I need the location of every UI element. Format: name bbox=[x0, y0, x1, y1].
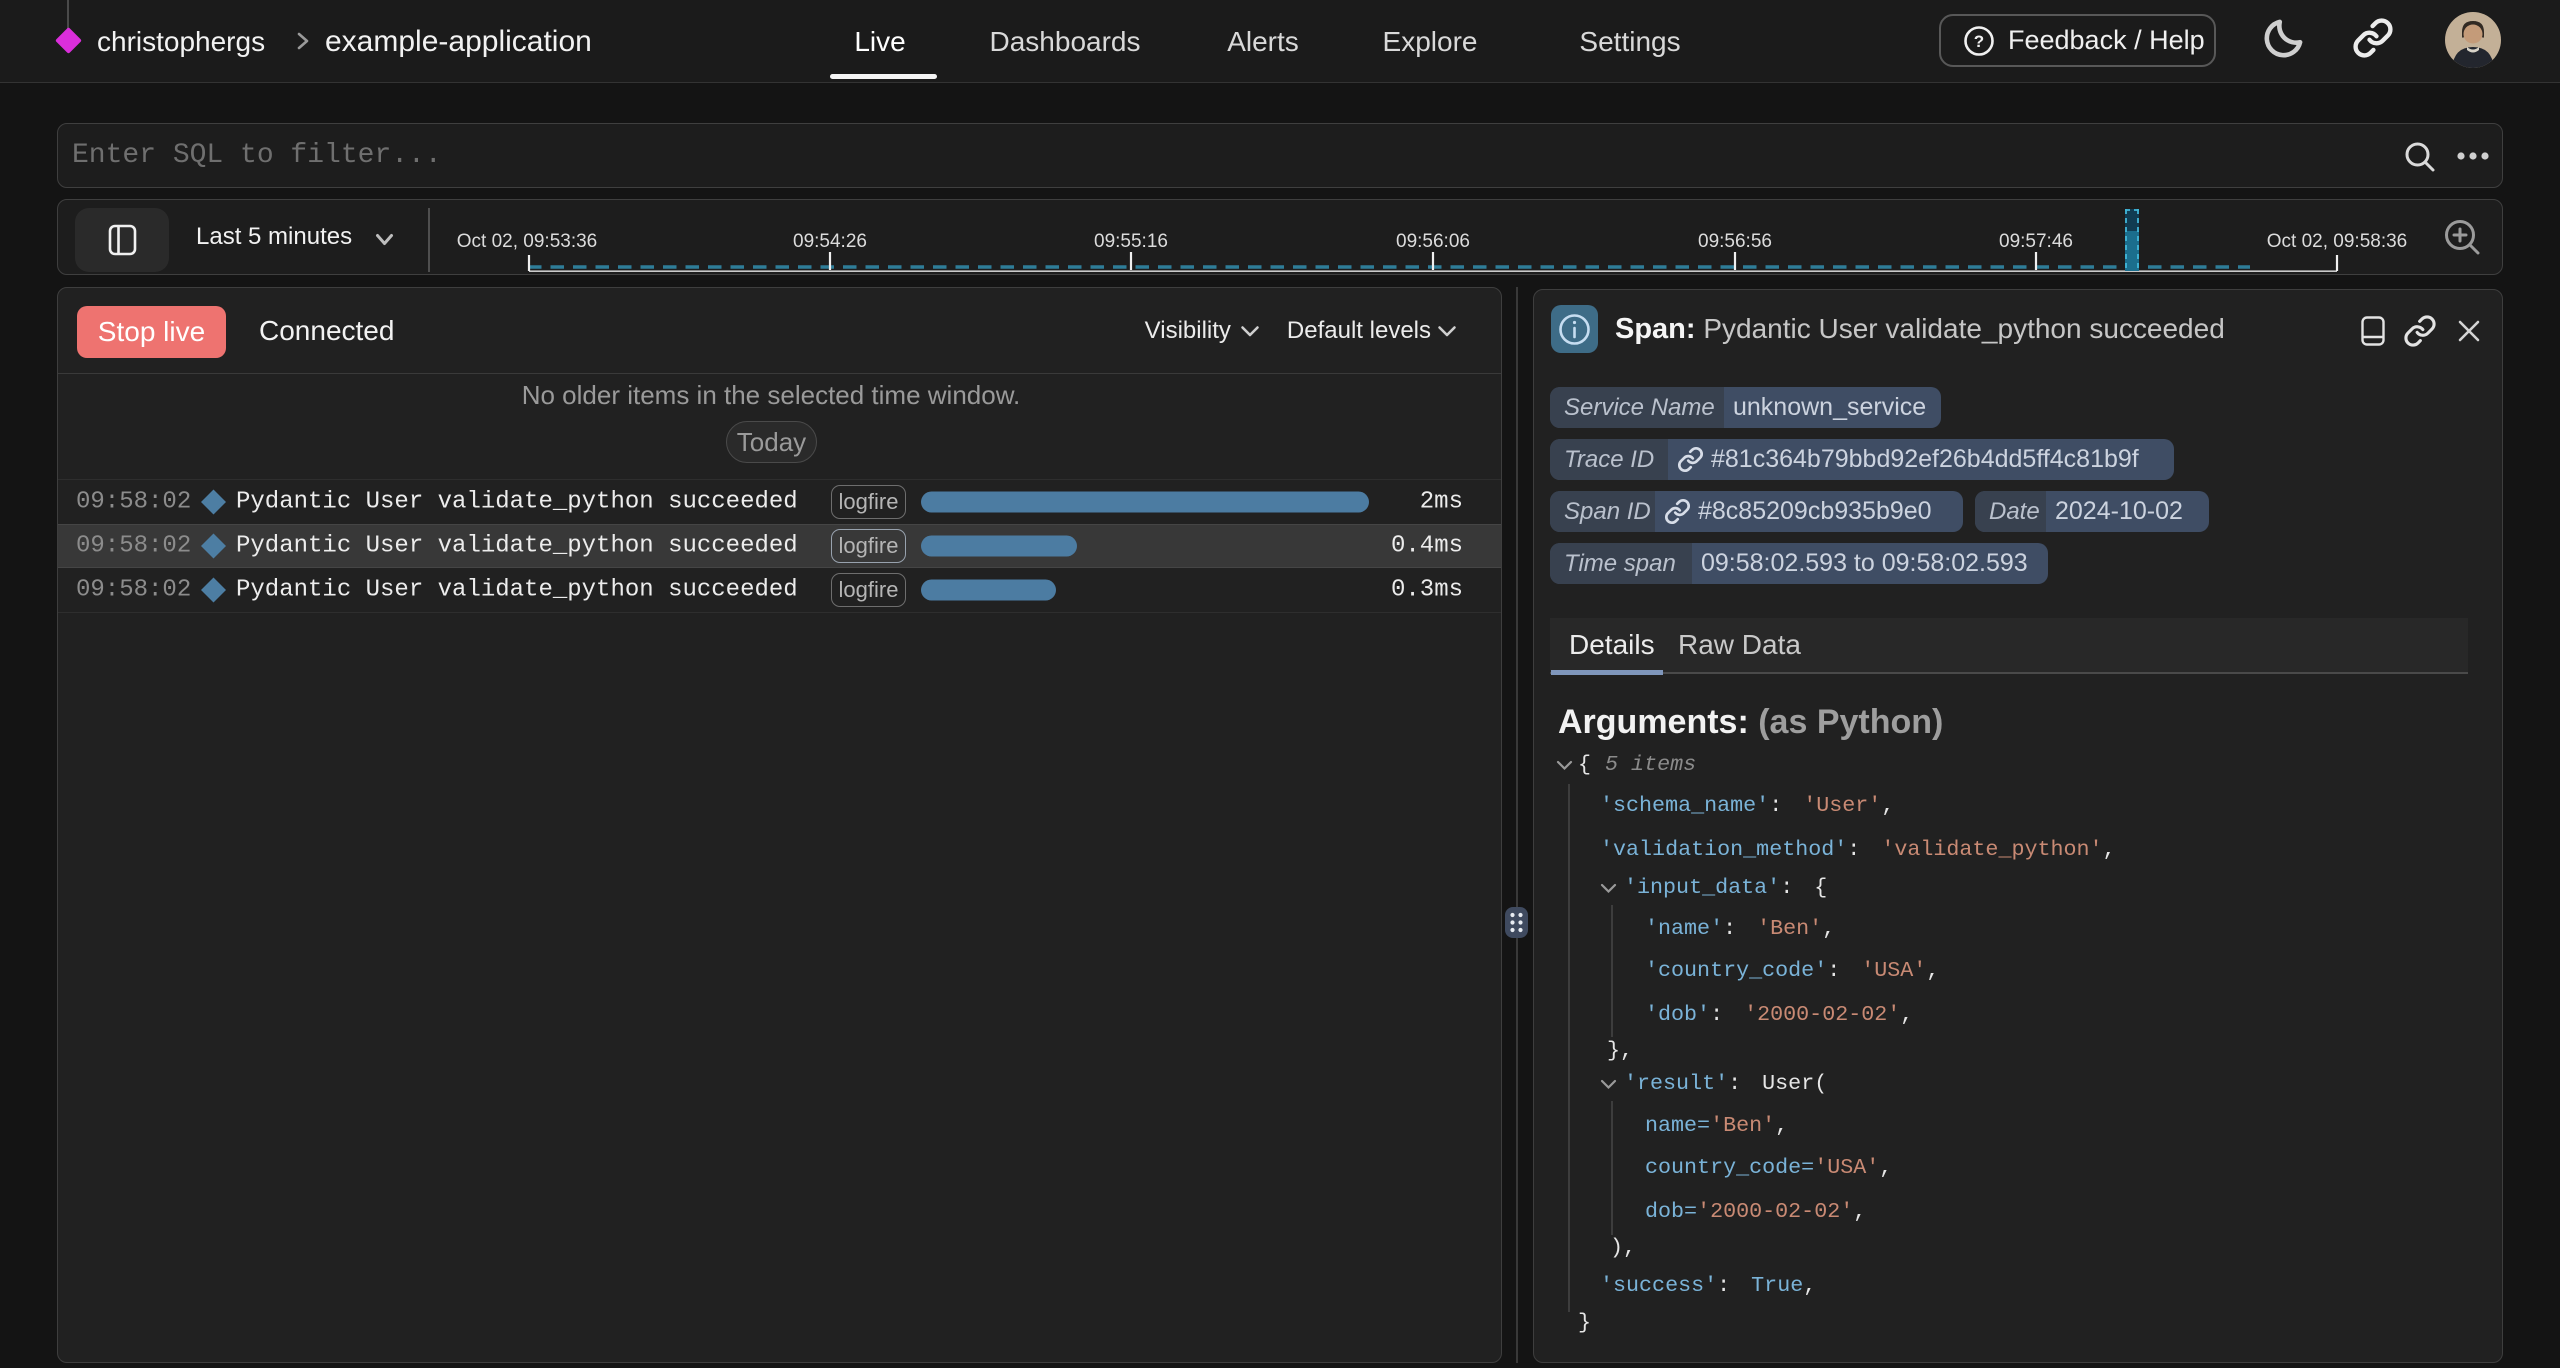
svg-text:?: ? bbox=[1974, 32, 1984, 51]
